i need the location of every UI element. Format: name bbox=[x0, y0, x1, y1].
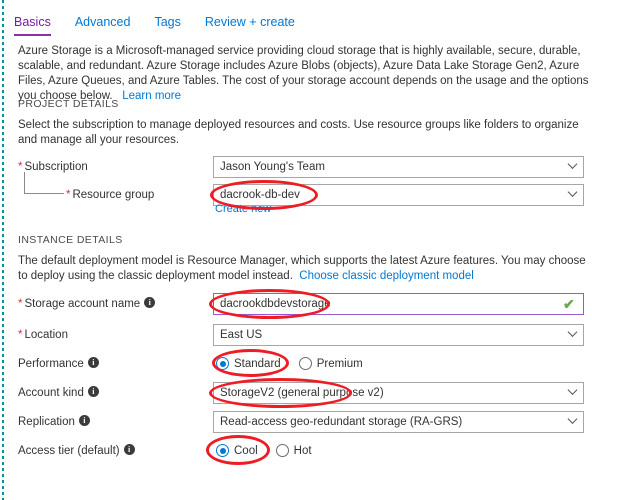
performance-row: Performance i Standard Premium bbox=[0, 353, 624, 375]
azure-create-storage-account-form: Basics Advanced Tags Review + create Azu… bbox=[0, 0, 624, 500]
storage-account-name-label: * Storage account name i bbox=[18, 293, 156, 315]
subscription-row: * Subscription Jason Young's Team bbox=[0, 156, 624, 178]
access-tier-hot-label: Hot bbox=[293, 444, 312, 457]
location-required-asterisk: * bbox=[18, 329, 23, 341]
chevron-down-icon bbox=[567, 187, 578, 197]
access-tier-radio-group: Cool Hot bbox=[216, 444, 312, 457]
chevron-down-icon bbox=[567, 327, 578, 337]
resource-group-required-asterisk: * bbox=[66, 189, 71, 201]
access-tier-hot-option[interactable]: Hot bbox=[275, 444, 312, 457]
tab-advanced[interactable]: Advanced bbox=[75, 14, 145, 36]
access-tier-label-text: Access tier (default) bbox=[18, 445, 120, 457]
storage-account-name-label-text: Storage account name bbox=[24, 298, 141, 310]
radio-dot-icon bbox=[216, 444, 229, 457]
location-row: * Location East US bbox=[0, 324, 624, 346]
chevron-down-icon bbox=[567, 159, 578, 169]
performance-radio-group: Standard Premium bbox=[216, 357, 363, 370]
access-tier-row: Access tier (default) i Cool Hot bbox=[0, 440, 624, 462]
info-icon[interactable]: i bbox=[123, 444, 135, 456]
instance-details-description: The default deployment model is Resource… bbox=[18, 254, 598, 284]
account-kind-row: Account kind i StorageV2 (general purpose… bbox=[0, 382, 624, 404]
location-label: * Location bbox=[18, 324, 68, 346]
location-value: East US bbox=[220, 329, 263, 341]
wizard-tab-bar: Basics Advanced Tags Review + create bbox=[14, 10, 319, 36]
access-tier-label: Access tier (default) i bbox=[18, 440, 135, 462]
account-kind-label: Account kind i bbox=[18, 382, 99, 404]
resource-group-label-text: Resource group bbox=[72, 189, 155, 201]
checkmark-icon: ✔ bbox=[563, 296, 575, 312]
replication-row: Replication i Read-access geo-redundant s… bbox=[0, 411, 624, 433]
access-tier-cool-option[interactable]: Cool bbox=[216, 444, 258, 457]
tab-tags[interactable]: Tags bbox=[154, 14, 194, 36]
resource-group-value: dacrook-db-dev bbox=[220, 189, 300, 201]
access-tier-cool-label: Cool bbox=[234, 444, 258, 457]
chevron-down-icon bbox=[567, 385, 578, 395]
project-details-heading: PROJECT DETAILS bbox=[18, 98, 119, 110]
intro-paragraph: Azure Storage is a Microsoft-managed ser… bbox=[18, 44, 598, 104]
performance-premium-option[interactable]: Premium bbox=[298, 357, 363, 370]
account-kind-value: StorageV2 (general purpose v2) bbox=[220, 387, 384, 399]
subscription-required-asterisk: * bbox=[18, 161, 23, 173]
info-icon[interactable]: i bbox=[87, 357, 99, 369]
instance-details-heading: INSTANCE DETAILS bbox=[18, 234, 123, 246]
performance-label: Performance i bbox=[18, 353, 99, 375]
subscription-select[interactable]: Jason Young's Team bbox=[213, 156, 584, 178]
tab-basics[interactable]: Basics bbox=[14, 14, 65, 36]
radio-dot-icon bbox=[298, 357, 312, 370]
intro-text: Azure Storage is a Microsoft-managed ser… bbox=[18, 45, 589, 102]
project-details-description: Select the subscription to manage deploy… bbox=[18, 119, 579, 146]
storage-account-name-value: dacrookdbdevstorage bbox=[220, 298, 331, 310]
learn-more-link[interactable]: Learn more bbox=[122, 90, 181, 102]
info-icon[interactable]: i bbox=[87, 386, 99, 398]
resource-group-row: * Resource group dacrook-db-dev bbox=[0, 184, 624, 206]
replication-value: Read-access geo-redundant storage (RA-GR… bbox=[220, 416, 463, 428]
performance-label-text: Performance bbox=[18, 358, 84, 370]
resource-group-label: * Resource group bbox=[66, 184, 154, 206]
replication-label: Replication i bbox=[18, 411, 90, 433]
replication-select[interactable]: Read-access geo-redundant storage (RA-GR… bbox=[213, 411, 584, 433]
subscription-value: Jason Young's Team bbox=[220, 161, 325, 173]
location-label-text: Location bbox=[24, 329, 68, 341]
storage-account-name-required-asterisk: * bbox=[18, 298, 23, 310]
info-icon[interactable]: i bbox=[144, 297, 156, 309]
tab-review-create[interactable]: Review + create bbox=[205, 14, 309, 36]
storage-account-name-row: * Storage account name i dacrookdbdevstora… bbox=[0, 293, 624, 315]
account-kind-select[interactable]: StorageV2 (general purpose v2) bbox=[213, 382, 584, 404]
replication-label-text: Replication bbox=[18, 416, 75, 428]
performance-premium-label: Premium bbox=[316, 357, 363, 370]
create-new-resource-group-link[interactable]: Create new bbox=[215, 203, 271, 215]
account-kind-label-text: Account kind bbox=[18, 387, 84, 399]
chevron-down-icon bbox=[567, 414, 578, 424]
performance-standard-label: Standard bbox=[234, 357, 281, 370]
storage-account-name-input[interactable]: dacrookdbdevstorage ✔ bbox=[213, 293, 584, 315]
info-icon[interactable]: i bbox=[78, 415, 90, 427]
choose-classic-deployment-model-link[interactable]: Choose classic deployment model bbox=[299, 270, 474, 282]
performance-standard-option[interactable]: Standard bbox=[216, 357, 281, 370]
radio-dot-icon bbox=[275, 444, 289, 457]
radio-dot-icon bbox=[216, 357, 229, 370]
location-select[interactable]: East US bbox=[213, 324, 584, 346]
